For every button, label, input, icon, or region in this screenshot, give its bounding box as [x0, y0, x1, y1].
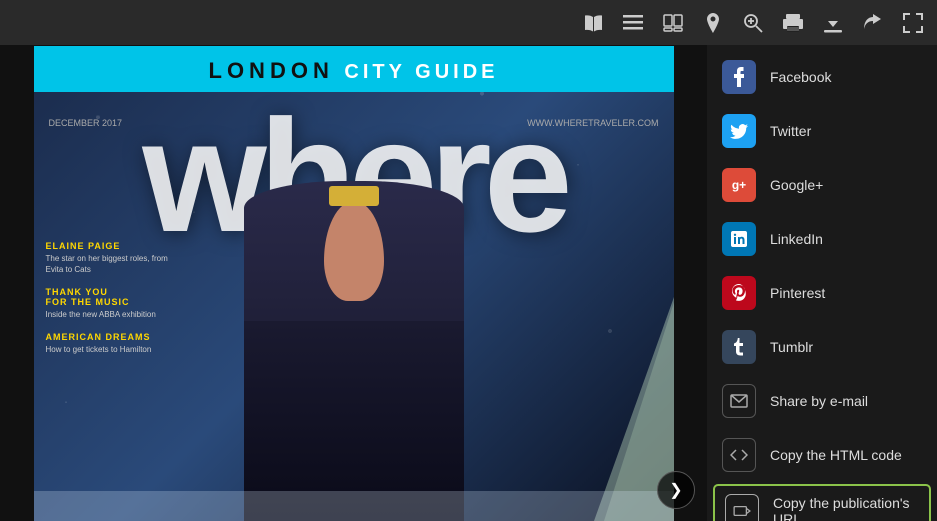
cover-date: DECEMBER 2017 [49, 118, 123, 128]
zoom-icon[interactable] [739, 9, 767, 37]
toolbar [0, 0, 937, 45]
email-label: Share by e-mail [770, 393, 868, 409]
cover-header: LONDON CITY GUIDE [34, 46, 674, 92]
url-label: Copy the publication's URL [773, 495, 919, 521]
article-1-title: ELAINE PAIGE [46, 241, 176, 251]
sidebar-item-twitter[interactable]: Twitter [707, 104, 937, 158]
url-icon [725, 494, 759, 521]
tumblr-icon [722, 330, 756, 364]
magazine-area: LONDON CITY GUIDE DECEMBER 2017 WWW.WHER… [0, 45, 707, 521]
article-3-title: AMERICAN DREAMS [46, 332, 176, 342]
search-marker-icon[interactable] [699, 9, 727, 37]
fullscreen-icon[interactable] [899, 9, 927, 37]
email-icon [722, 384, 756, 418]
article-2-body: Inside the new ABBA exhibition [46, 309, 176, 320]
sidebar-item-tumblr[interactable]: Tumblr [707, 320, 937, 374]
sidebar-item-url[interactable]: Copy the publication's URL [713, 484, 931, 521]
facebook-label: Facebook [770, 69, 831, 85]
article-2-title: THANK YOUFOR THE MUSIC [46, 287, 176, 307]
sidebar-item-linkedin[interactable]: LinkedIn [707, 212, 937, 266]
download-icon[interactable] [819, 9, 847, 37]
share-sidebar: Facebook Twitter g+ Google+ [707, 45, 937, 521]
sidebar-item-facebook[interactable]: Facebook [707, 50, 937, 104]
menu-icon[interactable] [619, 9, 647, 37]
html-icon [722, 438, 756, 472]
cover-website: WWW.WHERETRAVELER.COM [527, 118, 658, 128]
twitter-icon [722, 114, 756, 148]
linkedin-icon [722, 222, 756, 256]
facebook-icon [722, 60, 756, 94]
main-content: LONDON CITY GUIDE DECEMBER 2017 WWW.WHER… [0, 45, 937, 521]
googleplus-icon: g+ [722, 168, 756, 202]
pinterest-icon [722, 276, 756, 310]
pinterest-label: Pinterest [770, 285, 825, 301]
googleplus-label: Google+ [770, 177, 823, 193]
next-button[interactable]: ❯ [657, 471, 695, 509]
sidebar-item-pinterest[interactable]: Pinterest [707, 266, 937, 320]
article-3-body: How to get tickets to Hamilton [46, 344, 176, 355]
html-label: Copy the HTML code [770, 447, 902, 463]
sidebar-item-email[interactable]: Share by e-mail [707, 374, 937, 428]
cover-title-text: LONDON CITY GUIDE [34, 58, 674, 84]
sidebar-item-googleplus[interactable]: g+ Google+ [707, 158, 937, 212]
article-1-body: The star on her biggest roles, from Evit… [46, 253, 176, 275]
linkedin-label: LinkedIn [770, 231, 823, 247]
book-icon[interactable] [579, 9, 607, 37]
twitter-label: Twitter [770, 123, 811, 139]
magazine-cover: LONDON CITY GUIDE DECEMBER 2017 WWW.WHER… [34, 46, 674, 521]
tumblr-label: Tumblr [770, 339, 813, 355]
sidebar-item-html[interactable]: Copy the HTML code [707, 428, 937, 482]
next-button-container: ❯ [657, 471, 695, 509]
pages-icon[interactable] [659, 9, 687, 37]
print-icon[interactable] [779, 9, 807, 37]
forward-icon[interactable] [859, 9, 887, 37]
